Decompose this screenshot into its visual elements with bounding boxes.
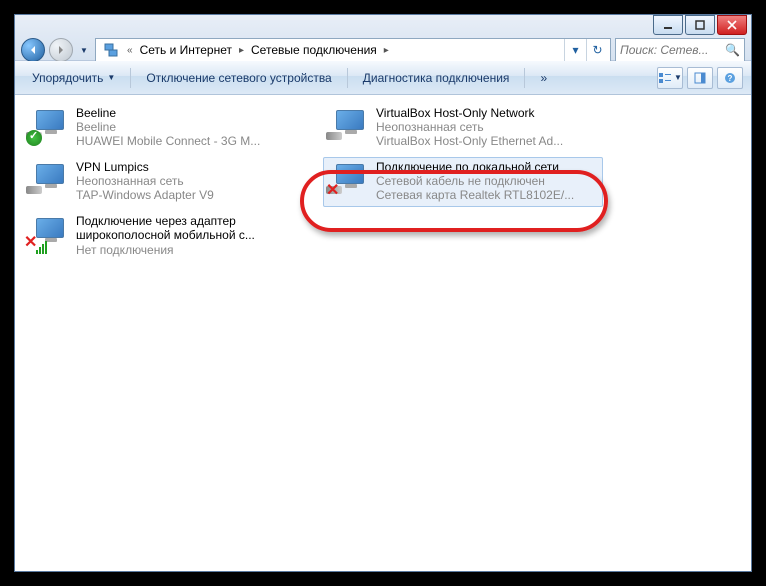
connection-name: VirtualBox Host-Only Network: [376, 106, 600, 120]
address-bar[interactable]: « Сеть и Интернет ▸ Сетевые подключения …: [95, 38, 611, 62]
connection-status: Beeline: [76, 120, 300, 134]
connection-icon: [326, 106, 370, 146]
breadcrumb-segment[interactable]: Сетевые подключения: [247, 41, 381, 59]
toolbar-separator: [130, 68, 131, 88]
breadcrumb-segment[interactable]: Сеть и Интернет: [136, 41, 236, 59]
connection-status: Неопознанная сеть: [376, 120, 600, 134]
organize-button[interactable]: Упорядочить ▼: [23, 66, 124, 90]
connection-icon: ✕: [326, 160, 370, 200]
connection-item[interactable]: VPN Lumpics Неопознанная сеть TAP-Window…: [23, 157, 303, 207]
disable-device-button[interactable]: Отключение сетевого устройства: [137, 66, 340, 90]
connection-icon: [26, 160, 70, 200]
breadcrumb-arrow[interactable]: ▸: [236, 43, 247, 58]
connection-device: Сетевая карта Realtek RTL8102E/...: [376, 188, 600, 202]
overflow-label: »: [540, 71, 547, 85]
connection-icon: ✕: [26, 214, 70, 254]
connection-status: Сетевой кабель не подключен: [376, 174, 600, 188]
connection-status: Неопознанная сеть: [76, 174, 300, 188]
titlebar-area: ▼ « Сеть и Интернет ▸ Сетевые подключени…: [15, 15, 751, 61]
nav-history-dropdown[interactable]: ▼: [77, 40, 91, 60]
search-box[interactable]: 🔍: [615, 38, 745, 62]
connection-item[interactable]: ✕ Подключение через адаптер широкополосн…: [23, 211, 303, 269]
minimize-button[interactable]: [653, 15, 683, 35]
connection-name: Подключение по локальной сети: [376, 160, 600, 174]
organize-label: Упорядочить: [32, 71, 103, 85]
disable-label: Отключение сетевого устройства: [146, 71, 331, 85]
connection-status: Нет подключения: [76, 243, 300, 257]
connection-icon: [26, 106, 70, 146]
connection-name: Подключение через адаптер широкополосной…: [76, 214, 300, 243]
search-input[interactable]: [620, 43, 721, 57]
connections-panel: Beeline Beeline HUAWEI Mobile Connect - …: [15, 95, 751, 571]
connection-item[interactable]: Beeline Beeline HUAWEI Mobile Connect - …: [23, 103, 303, 153]
refresh-button[interactable]: ↻: [586, 39, 608, 61]
connection-item-selected[interactable]: ✕ Подключение по локальной сети Сетевой …: [323, 157, 603, 207]
connection-item[interactable]: VirtualBox Host-Only Network Неопознанна…: [323, 103, 603, 153]
connection-device: HUAWEI Mobile Connect - 3G M...: [76, 134, 300, 148]
toolbar-separator: [524, 68, 525, 88]
window-frame: ▼ « Сеть и Интернет ▸ Сетевые подключени…: [14, 14, 752, 572]
toolbar-separator: [347, 68, 348, 88]
diagnose-button[interactable]: Диагностика подключения: [354, 66, 519, 90]
maximize-button[interactable]: [685, 15, 715, 35]
breadcrumb-root-arrow[interactable]: «: [124, 43, 136, 58]
breadcrumb-arrow[interactable]: ▸: [381, 43, 392, 58]
connection-name: VPN Lumpics: [76, 160, 300, 174]
connection-device: VirtualBox Host-Only Ethernet Ad...: [376, 134, 600, 148]
preview-pane-button[interactable]: [687, 67, 713, 89]
svg-text:?: ?: [728, 74, 733, 83]
forward-button[interactable]: [49, 38, 73, 62]
connection-name: Beeline: [76, 106, 300, 120]
help-button[interactable]: ?: [717, 67, 743, 89]
command-bar: Упорядочить ▼ Отключение сетевого устрой…: [15, 61, 751, 95]
network-location-icon: [102, 41, 120, 59]
diagnose-label: Диагностика подключения: [363, 71, 510, 85]
address-dropdown-button[interactable]: ▾: [564, 39, 586, 61]
close-button[interactable]: [717, 15, 747, 35]
view-mode-button[interactable]: ▼: [657, 67, 683, 89]
signal-bars-icon: [36, 238, 52, 254]
status-connected-icon: [26, 130, 42, 146]
status-disconnected-icon: ✕: [326, 184, 342, 200]
connection-device: TAP-Windows Adapter V9: [76, 188, 300, 202]
search-icon: 🔍: [725, 43, 740, 57]
back-button[interactable]: [21, 38, 45, 62]
toolbar-overflow-button[interactable]: »: [531, 66, 556, 90]
